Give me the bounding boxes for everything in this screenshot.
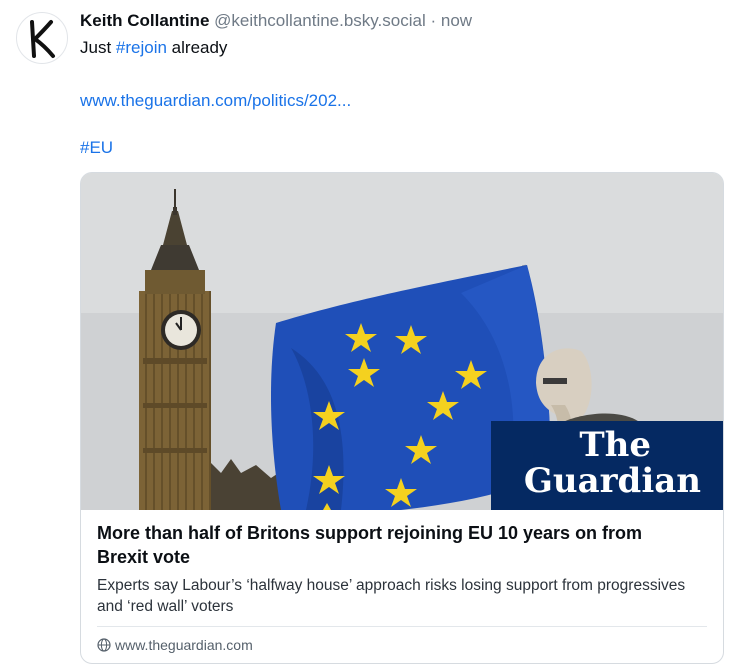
header-separator: · bbox=[430, 11, 437, 30]
card-divider bbox=[97, 626, 707, 627]
card-domain: www.theguardian.com bbox=[115, 637, 253, 653]
author-name[interactable]: Keith Collantine bbox=[80, 11, 209, 30]
article-description: Experts say Labour’s ‘halfway house’ app… bbox=[97, 577, 686, 615]
guardian-logo: The Guardian bbox=[491, 423, 713, 510]
author-avatar[interactable] bbox=[16, 12, 68, 64]
post-text-suffix: already bbox=[166, 38, 228, 57]
link-preview-card[interactable]: The Guardian More than half of Britons s… bbox=[80, 172, 724, 664]
post-text-line: Just #rejoin already bbox=[80, 37, 227, 59]
globe-icon bbox=[97, 638, 111, 652]
post-url-link[interactable]: www.theguardian.com/politics/202... bbox=[80, 91, 351, 110]
post-url-line: www.theguardian.com/politics/202... bbox=[80, 90, 351, 112]
post-header: Keith Collantine @keithcollantine.bsky.s… bbox=[80, 10, 472, 32]
avatar-letter-glyph bbox=[30, 20, 55, 58]
post-timestamp[interactable]: now bbox=[441, 11, 472, 30]
post-hashtag-line: #EU bbox=[80, 137, 113, 159]
author-handle[interactable]: @keithcollantine.bsky.social bbox=[214, 11, 426, 30]
card-domain-row[interactable]: www.theguardian.com bbox=[97, 635, 253, 655]
article-title[interactable]: More than half of Britons support rejoin… bbox=[97, 521, 697, 569]
hashtag-eu-link[interactable]: #EU bbox=[80, 138, 113, 157]
hashtag-rejoin-link[interactable]: #rejoin bbox=[116, 38, 167, 57]
guardian-logo-line-1: The bbox=[579, 425, 651, 465]
guardian-logo-line-2: Guardian bbox=[523, 461, 701, 501]
post-text-prefix: Just bbox=[80, 38, 116, 57]
